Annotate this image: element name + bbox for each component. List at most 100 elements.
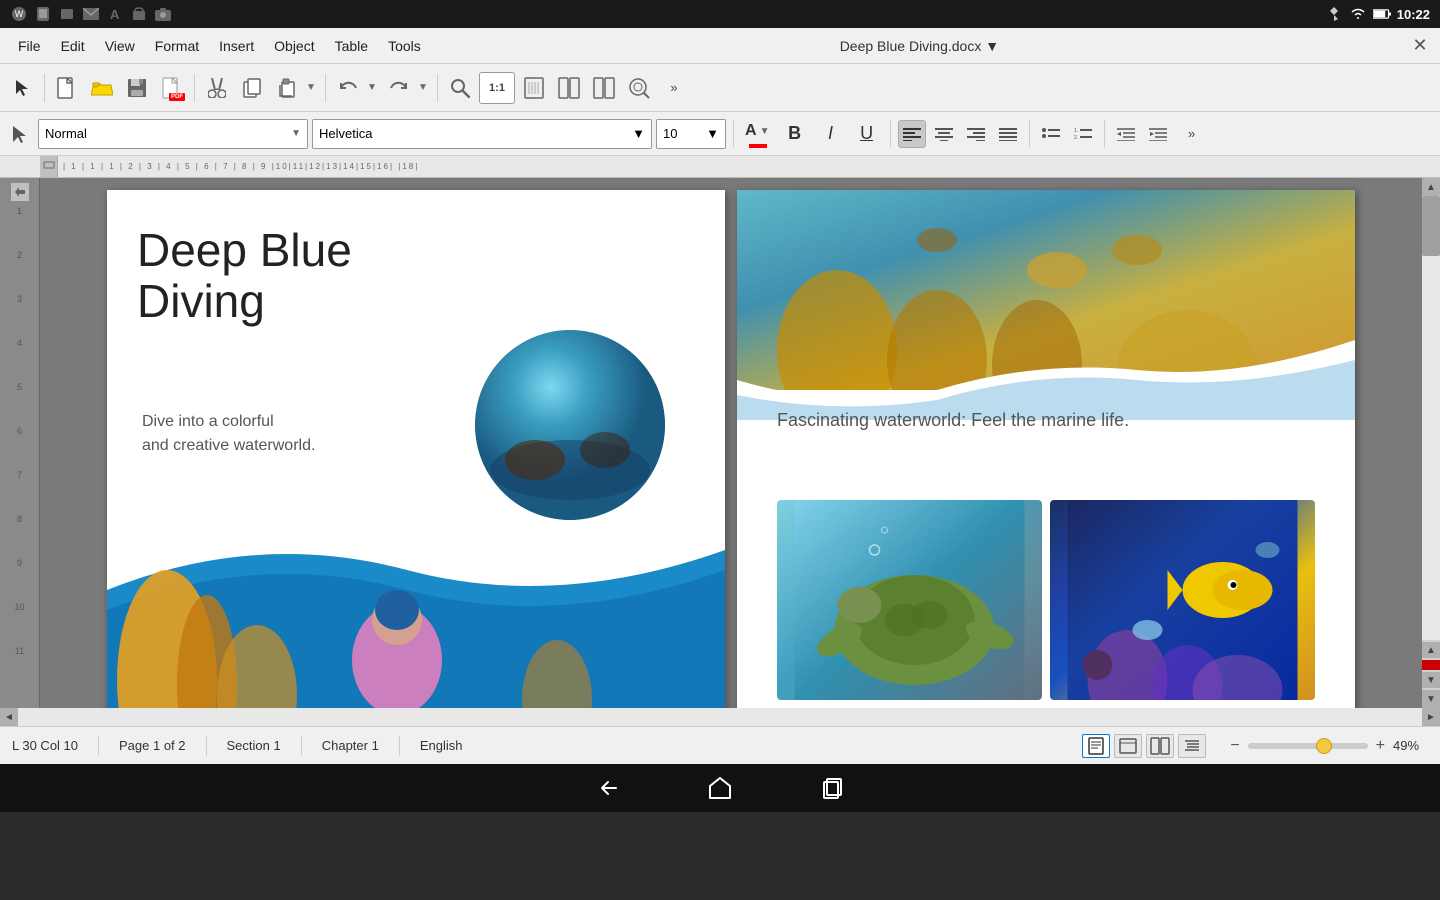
menu-insert[interactable]: Insert <box>209 34 264 58</box>
open-button[interactable] <box>86 72 118 104</box>
unordered-list-button[interactable] <box>1037 120 1065 148</box>
scroll-page-up-button[interactable]: ▲ <box>1422 642 1440 658</box>
menu-edit[interactable]: Edit <box>51 34 95 58</box>
back-button[interactable] <box>592 772 624 804</box>
hscroll-track[interactable] <box>18 708 1422 726</box>
ordered-list-button[interactable]: 1.2. <box>1069 120 1097 148</box>
zoom-in-button[interactable]: + <box>1372 737 1389 755</box>
copy-button[interactable] <box>236 72 268 104</box>
font-size-dropdown[interactable]: 10 ▼ <box>656 119 726 149</box>
home-button[interactable] <box>704 772 736 804</box>
margin-num-8: 8 <box>17 513 22 557</box>
align-right-button[interactable] <box>962 120 990 148</box>
view-web-button[interactable] <box>1114 734 1142 758</box>
svg-text:A: A <box>110 7 120 21</box>
margin-num-11: 11 <box>15 645 24 689</box>
battery-icon <box>1373 5 1391 23</box>
selector-tool[interactable] <box>6 72 38 104</box>
view-outline-button[interactable] <box>1178 734 1206 758</box>
pdf-button[interactable]: PDF <box>156 72 188 104</box>
cursor-position: L 30 Col 10 <box>12 738 78 753</box>
redo-button[interactable] <box>383 72 415 104</box>
ruler-scale: | 1 | 1 | 1 | 2 | 3 | 4 | 5 | 6 | 7 | 8 … <box>58 156 1440 177</box>
zoom-page-button[interactable] <box>518 72 550 104</box>
zoom-out-button[interactable]: − <box>1226 737 1243 755</box>
indent-increase-button[interactable] <box>1112 120 1140 148</box>
bold-button[interactable]: B <box>779 118 811 150</box>
scroll-page-down-button[interactable]: ▼ <box>1422 672 1440 688</box>
menu-table[interactable]: Table <box>325 34 378 58</box>
close-button[interactable]: ✕ <box>1408 34 1432 58</box>
font-color-button[interactable]: A ▼ <box>741 117 775 150</box>
more-fmt-button[interactable]: » <box>1176 118 1208 150</box>
redo-dropdown[interactable]: ▼ <box>415 72 431 104</box>
font-color-letter: A <box>745 123 757 139</box>
italic-button[interactable]: I <box>815 118 847 150</box>
recents-button[interactable] <box>816 772 848 804</box>
font-color-dropdown[interactable]: ▼ <box>759 119 771 143</box>
align-center-button[interactable] <box>930 120 958 148</box>
status-icons-left: W A <box>10 5 172 23</box>
arrow-select-tool[interactable] <box>6 120 34 148</box>
save-button[interactable] <box>121 72 153 104</box>
scrollbar-bottom: ◄ ► <box>0 708 1440 726</box>
zoom-100-button[interactable]: 1:1 <box>479 72 515 104</box>
paste-group[interactable]: ▼ <box>271 72 319 104</box>
font-family-dropdown[interactable]: Helvetica ▼ <box>312 119 652 149</box>
cut-button[interactable] <box>201 72 233 104</box>
zoom-view-button[interactable] <box>623 72 655 104</box>
status-div-2 <box>206 736 207 756</box>
align-justify-button[interactable] <box>994 120 1022 148</box>
svg-text:1.: 1. <box>1074 128 1078 134</box>
menu-object[interactable]: Object <box>264 34 324 58</box>
scroll-thumb[interactable] <box>1422 196 1440 256</box>
zoom-thumb[interactable] <box>1316 738 1332 754</box>
font-color-indicator <box>749 144 767 148</box>
page2-photo-fish <box>1050 500 1315 700</box>
paragraph-style-dropdown[interactable]: Normal ▼ <box>38 119 308 149</box>
hscroll-left-button[interactable]: ◄ <box>0 708 18 726</box>
margin-num-3: 3 <box>17 293 22 337</box>
menu-tools[interactable]: Tools <box>378 34 431 58</box>
menu-format[interactable]: Format <box>145 34 209 58</box>
book-view-button[interactable] <box>588 72 620 104</box>
underline-button[interactable]: U <box>851 118 883 150</box>
find-button[interactable] <box>444 72 476 104</box>
margin-corner[interactable] <box>11 183 29 201</box>
zoom-slider[interactable] <box>1248 743 1368 749</box>
page2-photo-turtle <box>777 500 1042 700</box>
scroll-track[interactable] <box>1422 196 1440 640</box>
align-left-button[interactable] <box>898 120 926 148</box>
view-normal-button[interactable] <box>1082 734 1110 758</box>
more-button[interactable]: » <box>658 72 690 104</box>
size-arrow-icon: ▼ <box>706 126 719 141</box>
redo-group[interactable]: ▼ <box>383 72 431 104</box>
paste-button[interactable] <box>271 72 303 104</box>
new-doc-button[interactable] <box>51 72 83 104</box>
hscroll-right-button[interactable]: ► <box>1422 708 1440 726</box>
page-view-button[interactable] <box>553 72 585 104</box>
status-div-4 <box>399 736 400 756</box>
margin-num-10: 10 <box>14 601 24 645</box>
indent-decrease-button[interactable] <box>1144 120 1172 148</box>
font-arrow-icon: ▼ <box>632 126 645 141</box>
chapter-info: Chapter 1 <box>322 738 379 753</box>
pages-container: Deep Blue Diving Dive into a colorful an… <box>40 178 1422 708</box>
bottom-statusbar: L 30 Col 10 Page 1 of 2 Section 1 Chapte… <box>0 726 1440 764</box>
margin-num-9: 9 <box>17 557 22 601</box>
undo-group[interactable]: ▼ <box>332 72 380 104</box>
page1-circle-image <box>475 330 665 520</box>
menu-file[interactable]: File <box>8 34 51 58</box>
paste-dropdown[interactable]: ▼ <box>303 72 319 104</box>
scroll-down-button[interactable]: ▼ <box>1422 690 1440 708</box>
view-book-button[interactable] <box>1146 734 1174 758</box>
scroll-up-button[interactable]: ▲ <box>1422 178 1440 196</box>
menu-view[interactable]: View <box>95 34 145 58</box>
undo-button[interactable] <box>332 72 364 104</box>
ruler-corner[interactable] <box>40 156 58 177</box>
undo-dropdown[interactable]: ▼ <box>364 72 380 104</box>
fmt-sep-1 <box>733 120 734 148</box>
app-icon: W <box>10 5 28 23</box>
margin-num-1: 1 <box>17 205 22 249</box>
fmt-sep-2 <box>890 120 891 148</box>
